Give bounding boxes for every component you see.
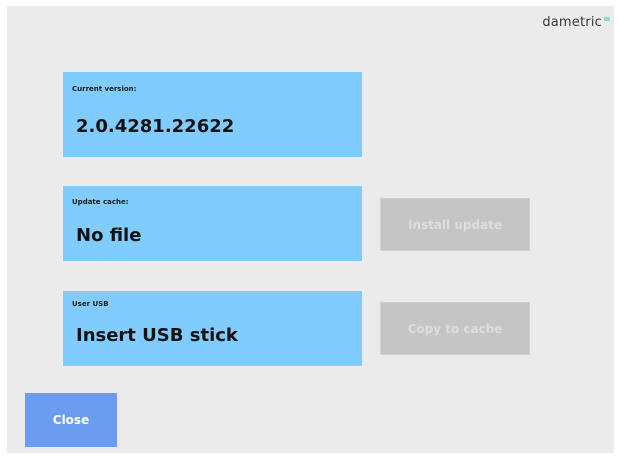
update-cache-label: Update cache:: [72, 198, 129, 206]
user-usb-value: Insert USB stick: [76, 325, 238, 346]
current-version-panel: Current version: 2.0.4281.22622: [63, 72, 362, 157]
current-version-label: Current version:: [72, 85, 137, 93]
user-usb-panel: User USB Insert USB stick: [63, 291, 362, 366]
current-version-value: 2.0.4281.22622: [76, 116, 235, 137]
dametric-logo: dametric: [542, 15, 610, 30]
updater-screen: dametric Current version: 2.0.4281.22622…: [7, 6, 614, 453]
logo-text: dametric: [542, 15, 602, 30]
update-cache-value: No file: [76, 225, 142, 246]
close-button[interactable]: Close: [25, 393, 117, 447]
update-cache-panel: Update cache: No file: [63, 186, 362, 261]
logo-mark-icon: [604, 17, 610, 21]
install-update-button[interactable]: Install update: [380, 198, 530, 251]
user-usb-label: User USB: [72, 300, 109, 308]
copy-to-cache-button[interactable]: Copy to cache: [380, 302, 530, 355]
